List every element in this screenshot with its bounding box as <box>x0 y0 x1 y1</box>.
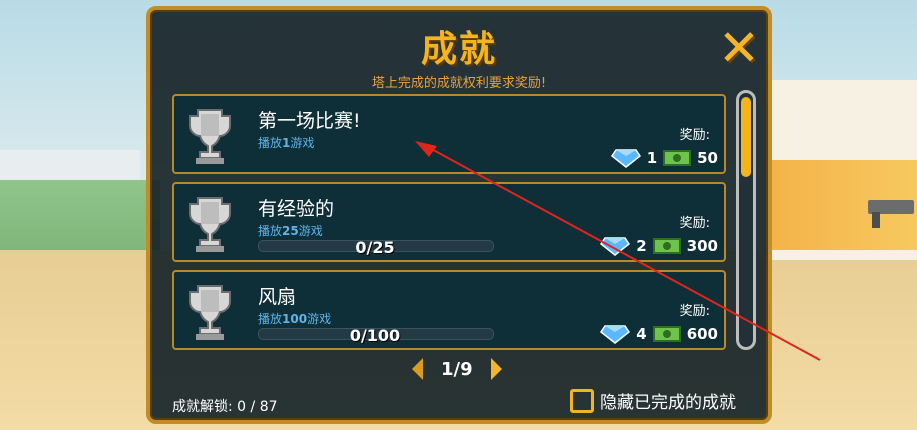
achievement-desc: 播放100游戏 <box>258 312 332 326</box>
gem-count: 4 <box>636 325 647 343</box>
achievement-row[interactable]: 第一场比赛! 播放1游戏 奖励: 1 50 <box>172 94 726 174</box>
achievement-desc: 播放25游戏 <box>258 224 323 238</box>
reward-row: 1 50 <box>610 146 718 170</box>
trophy-icon <box>189 197 231 252</box>
pager: 1/9 <box>412 356 502 382</box>
gem-count: 2 <box>636 237 647 255</box>
gem-count: 1 <box>646 149 658 167</box>
close-icon[interactable]: ✕ <box>716 23 762 73</box>
hide-completed-toggle[interactable]: 隐藏已完成的成就 <box>570 388 736 413</box>
diamond-icon <box>600 237 631 256</box>
cash-amount: 300 <box>686 237 718 255</box>
progress-text: 0/100 <box>349 326 401 345</box>
hide-completed-label: 隐藏已完成的成就 <box>600 393 736 413</box>
reward-label: 奖励: <box>679 128 710 143</box>
achievements-unlocked: 成就解锁: 0 / 87 <box>172 399 278 415</box>
left-arrow-icon[interactable] <box>412 358 423 380</box>
trophy-icon <box>189 285 231 340</box>
panel-title: 成就 <box>420 29 497 70</box>
scrollbar[interactable] <box>736 90 756 350</box>
achievement-row[interactable]: 有经验的 播放25游戏 0/25 奖励: 2 300 <box>172 182 726 262</box>
cash-amount: 600 <box>686 325 718 343</box>
reward-row: 4 600 <box>600 322 718 346</box>
diamond-icon <box>610 149 641 168</box>
achievement-list[interactable]: 第一场比赛! 播放1游戏 奖励: 1 50 有经验的 播放25游戏 0/25 奖… <box>172 94 728 352</box>
pistol-pickup <box>868 200 914 228</box>
reward-label: 奖励: <box>679 304 710 319</box>
achievements-panel: 成就 塔上完成的成就权利要求奖励! ✕ 第一场比赛! 播放1游戏 奖励: 1 5… <box>146 6 772 424</box>
cash-icon <box>652 326 681 342</box>
cash-icon <box>652 238 681 254</box>
right-arrow-icon[interactable] <box>490 358 502 380</box>
achievement-name: 风扇 <box>258 286 297 308</box>
reward-label: 奖励: <box>679 216 710 231</box>
scrollbar-thumb[interactable] <box>741 97 751 177</box>
achievement-desc: 播放1游戏 <box>258 136 315 150</box>
trophy-icon <box>189 109 231 164</box>
panel-subtitle: 塔上完成的成就权利要求奖励! <box>371 76 547 91</box>
achievement-row[interactable]: 风扇 播放100游戏 0/100 奖励: 4 600 <box>172 270 726 350</box>
diamond-icon <box>600 325 631 344</box>
cash-amount: 50 <box>697 149 718 167</box>
reward-row: 2 300 <box>600 234 718 258</box>
page-indicator: 1/9 <box>441 358 473 380</box>
cash-icon <box>663 150 692 166</box>
progress-text: 0/25 <box>355 238 395 257</box>
achievement-name: 有经验的 <box>258 198 335 220</box>
hide-completed-checkbox[interactable] <box>570 388 594 413</box>
achievement-name: 第一场比赛! <box>258 110 361 132</box>
